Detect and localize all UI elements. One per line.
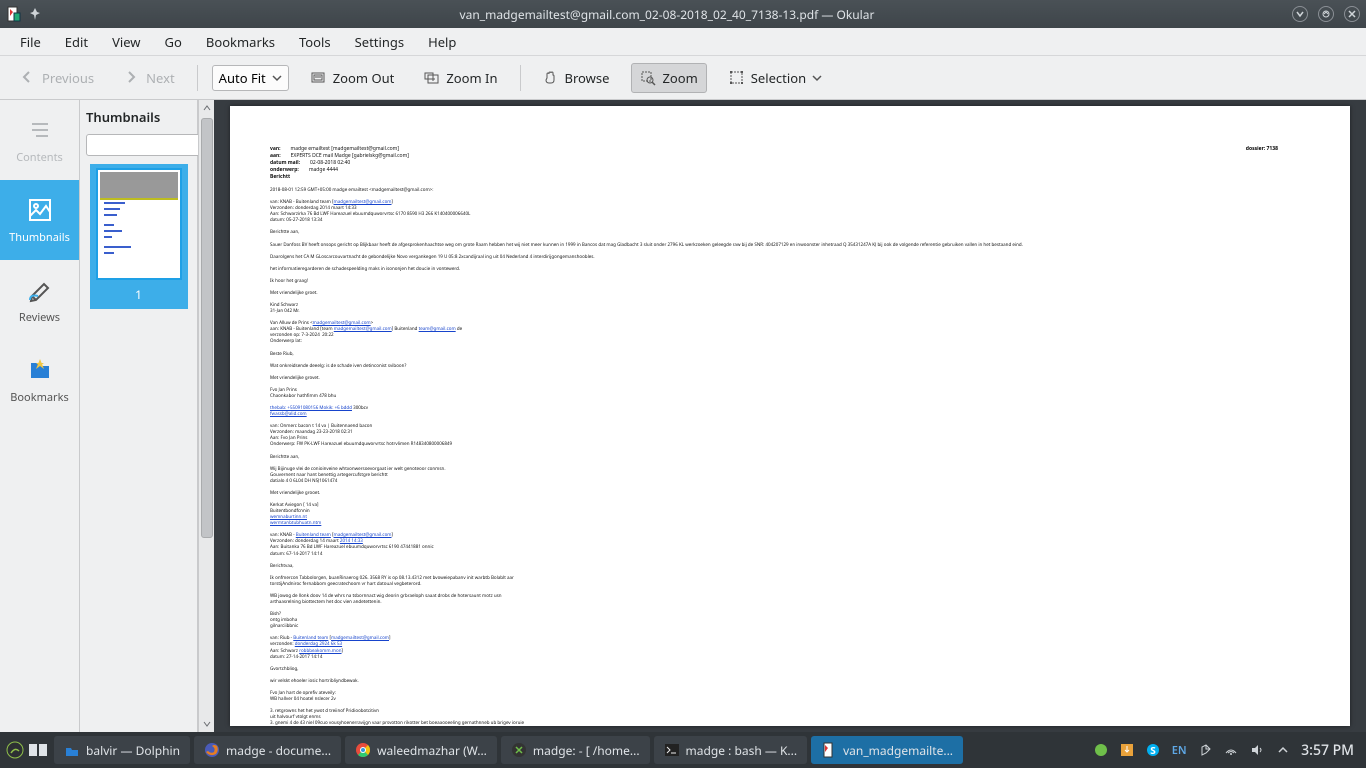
tray-volume-icon[interactable] xyxy=(1249,742,1265,758)
selection-button[interactable]: Selection xyxy=(721,64,830,92)
reviews-icon xyxy=(26,276,54,304)
tab-reviews-label: Reviews xyxy=(19,310,60,325)
page-canvas[interactable]: dossier: 7138 van:madge emailtest [madge… xyxy=(214,100,1366,732)
taskbar-app-kate[interactable]: madge: - [ /home... xyxy=(501,736,650,764)
taskbar-app-chrome[interactable]: waleedmazhar (W... xyxy=(345,736,497,764)
menu-tools[interactable]: Tools xyxy=(287,29,343,55)
menu-edit[interactable]: Edit xyxy=(53,29,100,55)
tab-bookmarks-label: Bookmarks xyxy=(10,390,68,405)
chevron-down-icon xyxy=(812,73,822,83)
menu-settings[interactable]: Settings xyxy=(343,29,416,55)
pdf-page: dossier: 7138 van:madge emailtest [madge… xyxy=(230,106,1350,726)
bookmarks-icon xyxy=(26,356,54,384)
thumbnails-header: Thumbnails xyxy=(86,108,191,126)
minimize-button[interactable] xyxy=(1292,6,1308,22)
zoom-tool-label: Zoom xyxy=(662,69,697,87)
menubar: File Edit View Go Bookmarks Tools Settin… xyxy=(0,28,1366,56)
scroll-down-icon[interactable] xyxy=(199,716,215,732)
pin-icon[interactable] xyxy=(28,7,42,21)
browse-label: Browse xyxy=(565,69,610,87)
taskbar-app-firefox[interactable]: madge - docume... xyxy=(194,736,341,764)
window-titlebar: van_madgemailtest@gmail.com_02-08-2018_0… xyxy=(0,0,1366,28)
thumbnails-panel: Thumbnails xyxy=(80,100,198,732)
scroll-thumb[interactable] xyxy=(201,118,213,538)
thumbnails-icon xyxy=(26,196,54,224)
menu-file[interactable]: File xyxy=(8,29,53,55)
tray-update-icon[interactable] xyxy=(1119,742,1135,758)
tab-contents[interactable]: Contents xyxy=(0,100,79,180)
previous-label: Previous xyxy=(42,69,94,87)
okular-icon xyxy=(821,742,837,758)
zoom-combo[interactable]: Auto Fit xyxy=(212,65,289,91)
menu-go[interactable]: Go xyxy=(153,29,194,55)
chevron-down-icon xyxy=(272,73,282,83)
scrollbar-left[interactable] xyxy=(198,100,214,732)
tray-skype-icon[interactable]: S xyxy=(1145,742,1161,758)
tab-thumbnails-label: Thumbnails xyxy=(9,230,70,245)
tray-green-icon[interactable] xyxy=(1093,742,1109,758)
tray-lang[interactable]: EN xyxy=(1171,742,1187,758)
app-icon xyxy=(6,6,22,22)
konsole-icon xyxy=(664,742,680,758)
hand-icon xyxy=(543,70,559,86)
tray-network-icon[interactable] xyxy=(1223,742,1239,758)
taskbar: balvir — Dolphin madge - docume... walee… xyxy=(0,732,1366,768)
contents-icon xyxy=(26,116,54,144)
firefox-icon xyxy=(204,742,220,758)
zoom-in-label: Zoom In xyxy=(446,69,497,87)
thumbnail-page-number: 1 xyxy=(90,282,188,309)
tab-contents-label: Contents xyxy=(16,150,63,165)
main-area: Contents Thumbnails Reviews Bookmarks Th… xyxy=(0,100,1366,732)
zoom-out-button[interactable]: Zoom Out xyxy=(303,64,403,92)
zoom-icon xyxy=(640,70,656,86)
zoom-tool-button[interactable]: Zoom xyxy=(631,63,706,93)
browse-button[interactable]: Browse xyxy=(535,64,618,92)
zoom-in-button[interactable]: Zoom In xyxy=(416,64,505,92)
svg-text:S: S xyxy=(1150,743,1156,757)
document-area: dossier: 7138 van:madge emailtest [madge… xyxy=(198,100,1366,732)
previous-button: Previous xyxy=(12,64,102,92)
toolbar: Previous Next Auto Fit Zoom Out Zoom In … xyxy=(0,56,1366,100)
separator xyxy=(520,65,521,91)
chrome-icon xyxy=(355,742,371,758)
close-button[interactable] xyxy=(1344,6,1360,22)
separator xyxy=(197,65,198,91)
side-panel-tabs: Contents Thumbnails Reviews Bookmarks xyxy=(0,100,80,732)
window-title: van_madgemailtest@gmail.com_02-08-2018_0… xyxy=(42,6,1292,23)
next-label: Next xyxy=(146,69,175,87)
maximize-button[interactable] xyxy=(1318,6,1334,22)
selection-label: Selection xyxy=(751,69,806,87)
tray-expand-icon[interactable] xyxy=(1275,742,1291,758)
tray-clipboard-icon[interactable] xyxy=(1197,742,1213,758)
scroll-up-icon[interactable] xyxy=(199,100,215,116)
menu-bookmarks[interactable]: Bookmarks xyxy=(194,29,287,55)
zoom-out-label: Zoom Out xyxy=(333,69,395,87)
selection-icon xyxy=(729,70,745,86)
menu-view[interactable]: View xyxy=(100,29,152,55)
tab-reviews[interactable]: Reviews xyxy=(0,260,79,340)
system-tray: S EN 3:57 PM xyxy=(1093,741,1360,760)
taskbar-app-dolphin[interactable]: balvir — Dolphin xyxy=(54,736,190,764)
tab-thumbnails[interactable]: Thumbnails xyxy=(0,180,79,260)
kate-icon xyxy=(511,742,527,758)
next-button: Next xyxy=(116,64,183,92)
zoom-in-icon xyxy=(424,70,440,86)
zoom-out-icon xyxy=(311,70,327,86)
taskbar-app-okular[interactable]: van_madgemailte... xyxy=(811,736,963,764)
menu-help[interactable]: Help xyxy=(416,29,468,55)
thumbnail-item[interactable] xyxy=(90,164,188,284)
activity-icon[interactable] xyxy=(28,741,50,759)
clock[interactable]: 3:57 PM xyxy=(1301,741,1354,760)
tab-bookmarks[interactable]: Bookmarks xyxy=(0,340,79,420)
zoom-combo-value: Auto Fit xyxy=(219,69,266,87)
start-menu-button[interactable] xyxy=(6,741,24,759)
dolphin-icon xyxy=(64,742,80,758)
taskbar-app-konsole[interactable]: madge : bash — K... xyxy=(654,736,808,764)
